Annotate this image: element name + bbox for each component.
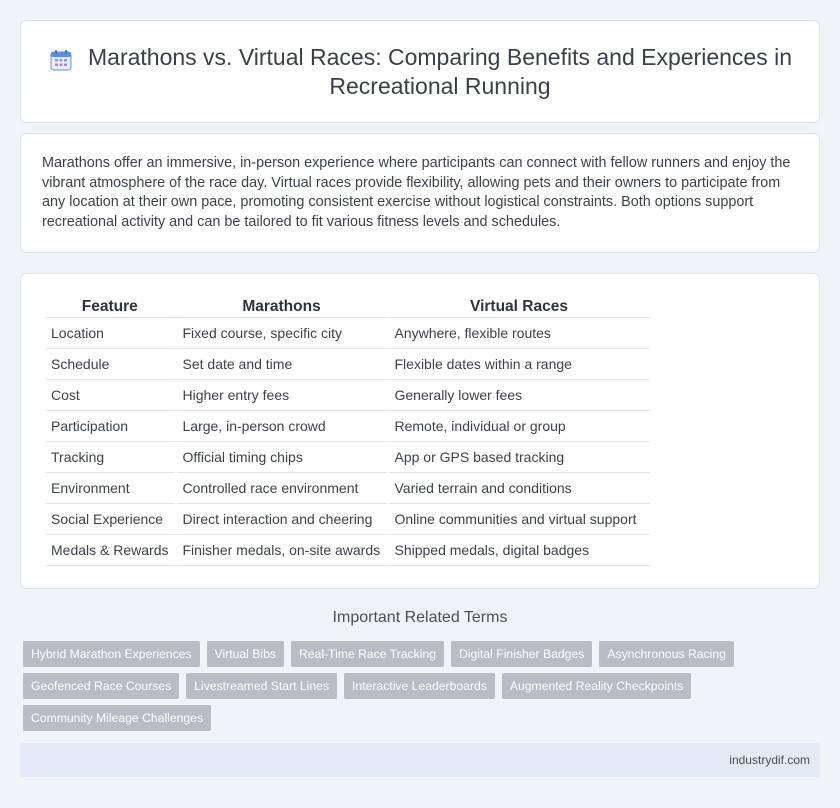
page-title: Marathons vs. Virtual Races: Comparing B…	[88, 44, 792, 99]
table-cell: Social Experience	[45, 504, 175, 535]
related-term-tag[interactable]: Real-Time Race Tracking	[290, 641, 445, 667]
related-term-tag[interactable]: Interactive Leaderboards	[344, 673, 495, 699]
related-term-tag[interactable]: Digital Finisher Badges	[451, 641, 593, 667]
table-cell: Controlled race environment	[176, 473, 387, 504]
table-cell: Tracking	[45, 442, 175, 473]
table-cell: App or GPS based tracking	[388, 442, 650, 473]
table-cell: Fixed course, specific city	[176, 318, 387, 349]
table-row: Cost Higher entry fees Generally lower f…	[45, 380, 650, 411]
footer-site-link[interactable]: industrydif.com	[729, 753, 810, 767]
table-header-row: Feature Marathons Virtual Races	[45, 296, 650, 318]
related-term-tag[interactable]: Augmented Reality Checkpoints	[501, 673, 692, 699]
table-cell: Flexible dates within a range	[388, 349, 650, 380]
table-row: Location Fixed course, specific city Any…	[45, 318, 650, 349]
table-row: Medals & Rewards Finisher medals, on-sit…	[45, 535, 650, 566]
table-cell: Cost	[45, 380, 175, 411]
header-card: Marathons vs. Virtual Races: Comparing B…	[20, 20, 820, 123]
table-row: Tracking Official timing chips App or GP…	[45, 442, 650, 473]
related-term-tag[interactable]: Asynchronous Racing	[599, 641, 734, 667]
header-marathons: Marathons	[176, 296, 387, 318]
footer-bar: industrydif.com	[20, 743, 820, 777]
table-cell: Medals & Rewards	[45, 535, 175, 566]
table-cell: Generally lower fees	[388, 380, 650, 411]
table-row: Schedule Set date and time Flexible date…	[45, 349, 650, 380]
table-cell: Large, in-person crowd	[176, 411, 387, 442]
table-cell: Environment	[45, 473, 175, 504]
table-cell: Location	[45, 318, 175, 349]
table-cell: Participation	[45, 411, 175, 442]
table-cell: Online communities and virtual support	[388, 504, 650, 535]
table-cell: Higher entry fees	[176, 380, 387, 411]
table-cell: Varied terrain and conditions	[388, 473, 650, 504]
table-cell: Set date and time	[176, 349, 387, 380]
related-term-tag[interactable]: Community Mileage Challenges	[23, 705, 212, 731]
related-term-tag[interactable]: Virtual Bibs	[206, 641, 284, 667]
table-cell: Official timing chips	[176, 442, 387, 473]
related-terms-title: Important Related Terms	[332, 609, 508, 626]
table-cell: Finisher medals, on-site awards	[176, 535, 387, 566]
intro-card: Marathons offer an immersive, in-person …	[20, 133, 820, 253]
related-term-tag[interactable]: Hybrid Marathon Experiences	[23, 641, 200, 667]
related-term-tag[interactable]: Geofenced Race Courses	[23, 673, 180, 699]
header-feature: Feature	[45, 296, 175, 318]
comparison-table: Feature Marathons Virtual Races Location…	[43, 296, 652, 566]
comparison-card: Feature Marathons Virtual Races Location…	[20, 273, 820, 589]
table-row: Social Experience Direct interaction and…	[45, 504, 650, 535]
table-cell: Shipped medals, digital badges	[388, 535, 650, 566]
header-virtual-races: Virtual Races	[388, 296, 650, 318]
intro-paragraph: Marathons offer an immersive, in-person …	[42, 155, 791, 230]
related-terms-list: Hybrid Marathon Experiences Virtual Bibs…	[23, 641, 783, 731]
table-cell: Direct interaction and cheering	[176, 504, 387, 535]
table-cell: Remote, individual or group	[388, 411, 650, 442]
table-cell: Schedule	[45, 349, 175, 380]
table-row: Participation Large, in-person crowd Rem…	[45, 411, 650, 442]
table-row: Environment Controlled race environment …	[45, 473, 650, 504]
related-term-tag[interactable]: Livestreamed Start Lines	[186, 673, 338, 699]
table-cell: Anywhere, flexible routes	[388, 318, 650, 349]
